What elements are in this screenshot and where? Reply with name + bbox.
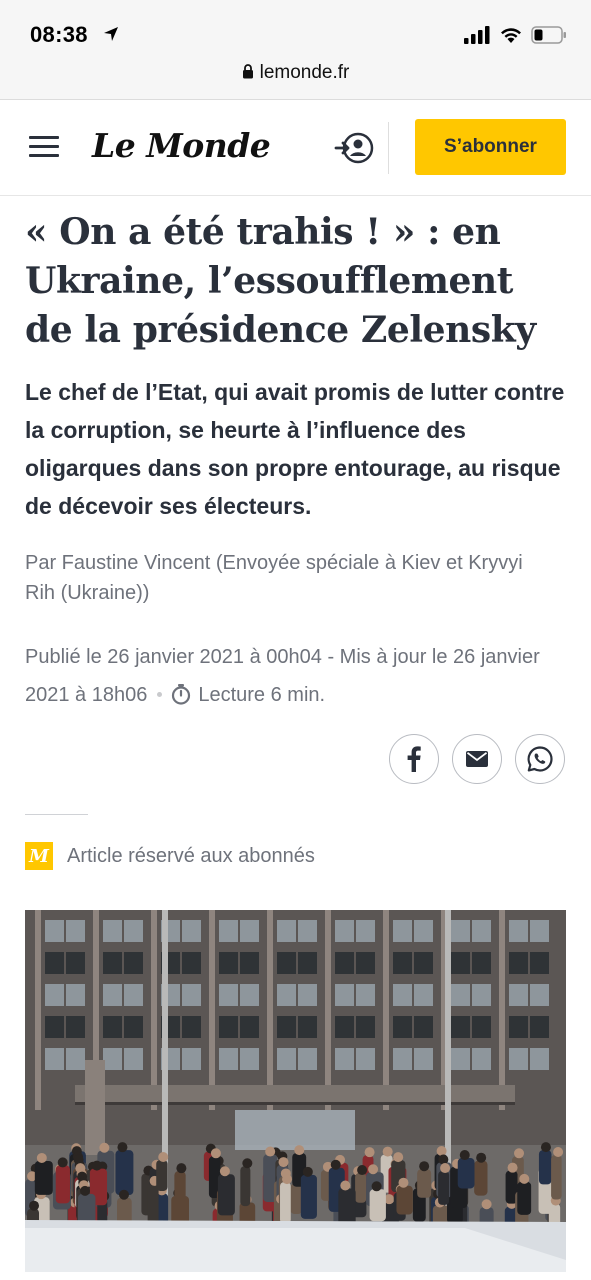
share-facebook-button[interactable] [389,734,439,784]
article-byline[interactable]: Par Faustine Vincent (Envoyée spéciale à… [25,548,525,608]
envelope-icon [466,751,488,767]
browser-chrome: 08:38 lemonde.fr [0,0,591,100]
facebook-icon [407,746,421,772]
article-headline: « On a été trahis ! » : en Ukraine, l’es… [25,211,536,351]
site-header: Le Monde S’abonner [0,100,591,196]
share-whatsapp-button[interactable] [515,734,565,784]
meta-separator-dot [157,692,163,697]
premium-label: Article réservé aux abonnés [67,844,315,867]
section-divider [25,814,88,815]
url-text: lemonde.fr [259,62,350,83]
header-divider [388,122,389,174]
location-arrow-icon [104,27,118,41]
article-photo[interactable] [25,910,566,1272]
login-user-icon[interactable] [334,130,374,166]
subscribe-button[interactable]: S’abonner [415,119,566,175]
share-email-button[interactable] [452,734,502,784]
lock-icon [242,64,253,79]
cellular-signal-icon [464,26,490,44]
le-monde-m-icon: M [25,842,53,870]
whatsapp-icon [527,746,553,772]
article-lede: Le chef de l’Etat, qui avait promis de l… [25,379,565,519]
url-bar[interactable]: lemonde.fr [0,62,591,84]
premium-notice: M Article réservé aux abonnés [25,841,315,871]
wifi-icon [501,28,521,43]
battery-icon [531,26,566,44]
article-meta: Publié le 26 janvier 2021 à 00h04 - Mis … [25,638,565,714]
reading-time: Lecture 6 min. [198,684,326,706]
stopwatch-icon [172,684,191,705]
status-time: 08:38 [30,22,88,47]
site-logo[interactable]: Le Monde [92,126,271,165]
hamburger-menu-icon[interactable] [29,136,59,158]
